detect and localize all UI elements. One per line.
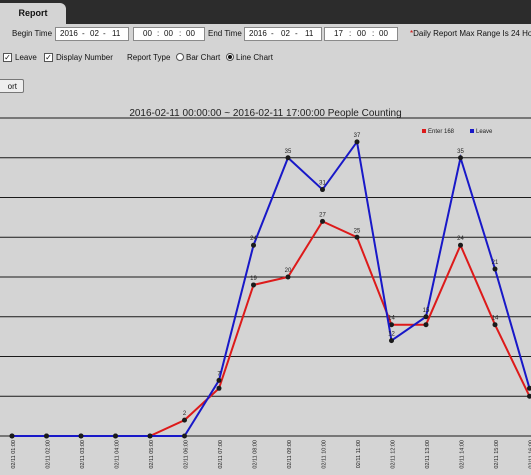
data-point: [423, 314, 429, 320]
legend-swatch: [422, 129, 426, 133]
data-label: 14: [492, 316, 499, 322]
data-point: [251, 282, 256, 288]
data-point: [389, 338, 394, 344]
x-tick-label: 02/11 14:00: [460, 440, 466, 469]
data-label: 2: [183, 411, 187, 417]
data-label: 21: [492, 260, 499, 266]
data-label: 12: [388, 332, 395, 338]
data-point: [492, 322, 498, 328]
data-point: [354, 234, 360, 240]
x-tick-label: 02/11 10:00: [322, 440, 328, 469]
data-point: [147, 433, 153, 439]
data-point: [44, 433, 49, 439]
data-point: [216, 377, 222, 383]
series-line-0: [12, 220, 531, 437]
data-point: [182, 417, 187, 423]
legend-item: Enter 168: [428, 129, 455, 135]
x-tick-label: 02/11 01:00: [11, 440, 17, 469]
x-tick-label: 02/11 13:00: [425, 440, 431, 469]
data-label: 37: [354, 133, 361, 139]
series-line-1: [12, 139, 531, 437]
x-tick-label: 02/11 07:00: [218, 440, 224, 469]
data-point: [78, 433, 84, 439]
data-label: 20: [285, 268, 292, 274]
data-label: 35: [285, 149, 292, 155]
data-label: 24: [457, 236, 464, 242]
data-label: 14: [388, 316, 395, 322]
data-point: [285, 274, 291, 280]
x-tick-label: 02/11 09:00: [287, 440, 293, 469]
x-tick-label: 02/11 03:00: [80, 440, 86, 469]
legend-item: Leave: [476, 129, 493, 135]
data-point: [216, 385, 222, 391]
data-point: [113, 433, 118, 439]
x-tick-label: 02/11 02:00: [46, 440, 52, 469]
data-point: [9, 433, 15, 439]
data-point: [320, 187, 325, 193]
data-point: [458, 242, 463, 248]
data-point: [182, 433, 187, 439]
x-tick-label: 02/11 12:00: [391, 440, 397, 469]
data-label: 15: [423, 308, 430, 314]
x-tick-label: 02/11 15:00: [494, 440, 500, 469]
data-point: [320, 218, 325, 224]
data-point: [492, 266, 498, 272]
legend-swatch: [470, 129, 474, 133]
x-tick-label: 02/11 08:00: [253, 440, 259, 469]
data-point: [285, 155, 291, 161]
data-label: 31: [319, 181, 326, 187]
x-tick-label: 02/11 06:00: [184, 440, 190, 469]
data-label: 24: [250, 236, 257, 242]
x-tick-label: 02/11 04:00: [115, 440, 121, 469]
data-label: 19: [250, 276, 257, 282]
data-point: [354, 139, 360, 145]
data-label: 27: [319, 212, 326, 218]
data-point: [458, 155, 463, 161]
data-point: [423, 322, 429, 328]
data-label: 35: [457, 149, 464, 155]
x-tick-label: 02/11 05:00: [149, 440, 155, 469]
x-tick-label: 02/11 11:00: [356, 440, 362, 468]
data-label: 25: [354, 228, 361, 234]
data-point: [251, 242, 256, 248]
people-counting-chart: 02/11 01:00 02/11 02:00 02/11 03:00 02/11 0…: [0, 117, 531, 469]
